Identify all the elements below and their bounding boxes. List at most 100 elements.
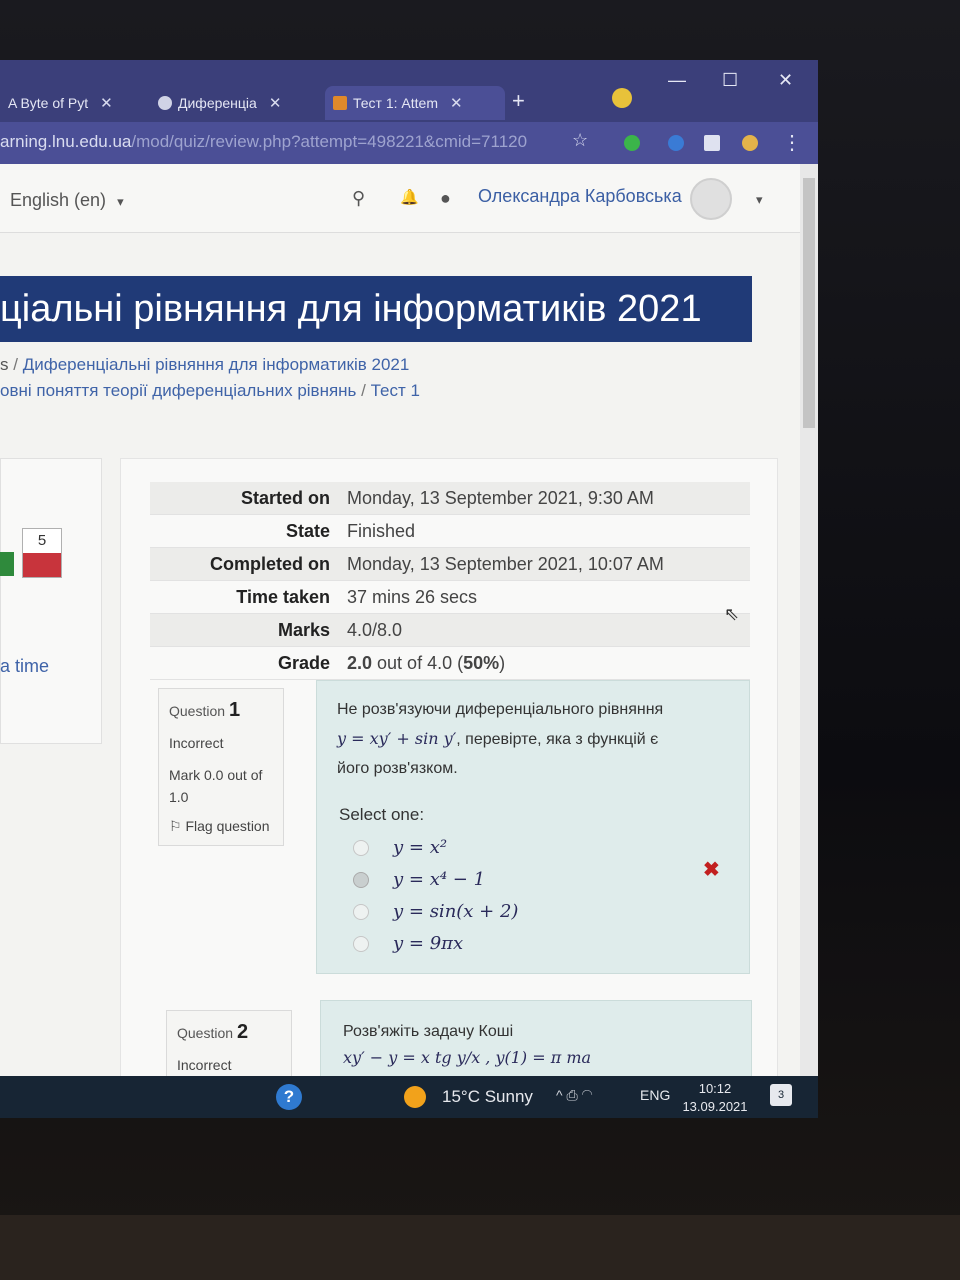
flag-question-label: Flag question — [185, 818, 270, 834]
flag-icon: ⚐ — [169, 818, 182, 834]
summary-row-grade: Grade 2.0 out of 4.0 (50%) — [150, 647, 750, 680]
tab-label: A Byte of Pyt — [8, 95, 89, 111]
equation: y = xy′ + sin y′ — [337, 729, 457, 748]
close-tab-icon[interactable]: ✕ — [450, 94, 463, 112]
browser-menu-icon[interactable]: ⋮ — [782, 130, 802, 155]
user-name[interactable]: Олександра Карбовська — [478, 186, 682, 207]
user-avatar[interactable] — [690, 178, 732, 220]
breadcrumb-separator: / — [13, 355, 18, 374]
url-host: arning.lnu.edu.ua — [0, 132, 132, 151]
breadcrumb-course[interactable]: Диференціальні рівняння для інформатиків… — [23, 355, 410, 374]
question-text-line: Не розв'язуючи диференціального рівняння — [337, 701, 664, 718]
question-text-line: , перевірте, яка з функцій є — [456, 731, 659, 748]
new-tab-button[interactable]: + — [512, 88, 525, 114]
breadcrumb-section[interactable]: овні поняття теорії диференціальних рівн… — [0, 381, 356, 400]
incorrect-status-bar — [23, 553, 61, 577]
notifications-bell-icon[interactable]: 🔔 — [400, 188, 419, 206]
summary-label: Marks — [277, 619, 330, 640]
taskbar-clock[interactable]: 10:12 13.09.2021 — [682, 1080, 748, 1116]
summary-label: Started on — [240, 487, 330, 508]
laptop-screen: A Byte of Pyt ✕ Диференціа ✕ Тест 1: Att… — [0, 60, 818, 1118]
notification-center-icon[interactable]: 3 — [770, 1084, 792, 1106]
url-text[interactable]: arning.lnu.edu.ua/mod/quiz/review.php?at… — [0, 132, 527, 152]
weather-widget[interactable]: 15°C Sunny — [442, 1087, 533, 1107]
radio-button[interactable] — [353, 839, 369, 856]
grammarly-extension-icon[interactable] — [624, 135, 640, 151]
question-text-line: його розв'язком. — [337, 760, 458, 777]
grade-close: ) — [499, 652, 506, 673]
summary-row: Time taken 37 mins 26 secs — [150, 581, 750, 614]
question-2-content: Розв'яжіть задачу Коші xy′ − y = x tg y/… — [320, 1000, 752, 1082]
profile-icon[interactable] — [612, 88, 632, 108]
answer-option-text: y = sin(x + 2) — [393, 901, 519, 922]
course-title: ціальні рівняння для інформатиків 2021 — [0, 288, 702, 330]
incorrect-cross-icon: ✖ — [703, 859, 720, 881]
clock-date: 13.09.2021 — [682, 1099, 748, 1114]
avatar-extension-icon[interactable] — [742, 135, 758, 151]
close-tab-icon[interactable]: ✕ — [269, 94, 282, 112]
summary-value: 37 mins 26 secs — [347, 586, 478, 607]
attempt-summary-table: Started on Monday, 13 September 2021, 9:3… — [150, 482, 750, 680]
help-app-icon[interactable]: ? — [276, 1084, 302, 1110]
tab-test-1[interactable]: Тест 1: Attem ✕ — [325, 86, 505, 120]
maximize-button[interactable]: ☐ — [722, 70, 738, 91]
close-tab-icon[interactable]: ✕ — [100, 94, 113, 112]
puzzle-extension-icon[interactable] — [704, 135, 720, 151]
question-number: 5 — [37, 532, 47, 549]
messages-chat-icon[interactable]: ● — [440, 188, 451, 209]
select-one-label: Select one: — [339, 805, 425, 824]
question-label: Question — [177, 1025, 234, 1041]
search-icon[interactable]: ⚲ — [352, 188, 365, 209]
grade-value: 2.0 out of 4.0 (50%) — [346, 647, 750, 680]
close-window-button[interactable]: ✕ — [778, 70, 793, 91]
weather-sun-icon[interactable] — [404, 1086, 426, 1108]
minimize-button[interactable]: — — [668, 70, 686, 91]
summary-row: Started on Monday, 13 September 2021, 9:3… — [150, 482, 750, 515]
clock-time: 10:12 — [698, 1081, 732, 1096]
address-bar[interactable]: arning.lnu.edu.ua/mod/quiz/review.php?at… — [0, 122, 818, 164]
summary-value: 4.0/8.0 — [347, 619, 403, 640]
equation: xy′ − y = x tg y/x , y(1) = π та — [343, 1048, 592, 1067]
radio-button[interactable] — [353, 935, 369, 952]
moodle-navbar: English (en) ▾ ⚲ 🔔 ● Олександра Карбовсь… — [0, 164, 800, 233]
scrollbar-thumb[interactable] — [803, 178, 815, 428]
tab-a-byte-of-python[interactable]: A Byte of Pyt ✕ — [0, 86, 145, 120]
question-1-content: Не розв'язуючи диференціального рівняння… — [316, 680, 750, 974]
answer-option[interactable]: y = 9πx — [353, 933, 463, 954]
summary-label: State — [285, 520, 330, 541]
user-menu-chevron-icon[interactable]: ▾ — [756, 192, 763, 208]
question-number: 1 — [228, 699, 241, 721]
show-one-page-at-a-time-link[interactable]: a time — [0, 656, 49, 677]
quiz-nav-question-4[interactable] — [0, 552, 14, 576]
summary-row: State Finished — [150, 515, 750, 548]
summary-row: Marks 4.0/8.0 — [150, 613, 750, 647]
answer-option[interactable]: y = x² — [353, 837, 447, 858]
tab-differential[interactable]: Диференціа ✕ — [150, 86, 320, 120]
question-text-line: Розв'яжіть задачу Коші — [343, 1023, 514, 1040]
chevron-down-icon: ▾ — [117, 194, 124, 209]
radio-button[interactable] — [353, 871, 369, 888]
radio-button[interactable] — [353, 903, 369, 920]
breadcrumb-quiz[interactable]: Тест 1 — [371, 381, 420, 400]
language-selector[interactable]: English (en) ▾ — [10, 190, 124, 211]
moodle-favicon-icon — [333, 96, 347, 110]
system-tray-icons[interactable]: ^ ⎙ ◠ — [556, 1087, 593, 1104]
grade-score: 2.0 — [347, 652, 373, 673]
bookmark-star-icon[interactable]: ☆ — [572, 130, 588, 151]
flag-question-button[interactable]: ⚐ Flag question — [169, 818, 273, 835]
summary-label: Grade — [277, 652, 330, 673]
summary-value: Finished — [347, 520, 416, 541]
answer-option-text: y = x⁴ − 1 — [393, 869, 486, 890]
input-language-indicator[interactable]: ENG — [640, 1087, 670, 1103]
question-label: Question — [169, 703, 226, 719]
breadcrumb: s / Диференціальні рівняння для інформат… — [0, 352, 760, 404]
answer-option[interactable]: y = sin(x + 2) — [353, 901, 518, 922]
question-1-info: Question 1 Incorrect Mark 0.0 out of 1.0… — [158, 688, 284, 846]
question-text: Не розв'язуючи диференціального рівняння… — [337, 695, 727, 783]
extension-icon[interactable] — [668, 135, 684, 151]
quiz-navigation-block — [0, 458, 102, 744]
url-path: /mod/quiz/review.php?attempt=498221&cmid… — [131, 132, 528, 151]
quiz-nav-question-5[interactable]: 5 — [22, 528, 62, 578]
breadcrumb-courses[interactable]: s — [0, 355, 9, 374]
answer-option-selected[interactable]: y = x⁴ − 1 — [353, 869, 485, 890]
